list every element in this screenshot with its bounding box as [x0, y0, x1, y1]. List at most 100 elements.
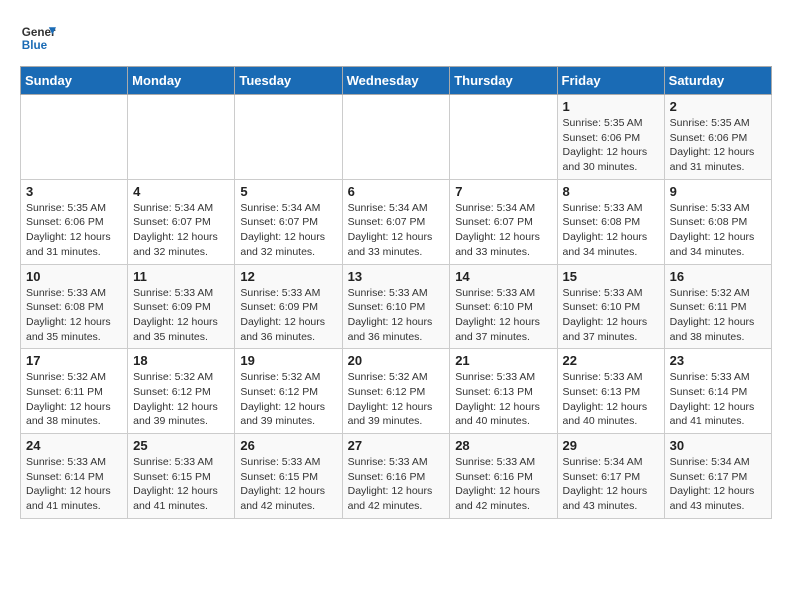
day-info: Sunrise: 5:32 AM Sunset: 6:12 PM Dayligh… [240, 370, 336, 429]
day-info: Sunrise: 5:33 AM Sunset: 6:09 PM Dayligh… [133, 286, 229, 345]
calendar-cell: 17 Sunrise: 5:32 AM Sunset: 6:11 PM Dayli… [21, 349, 128, 434]
calendar-cell: 10Sunrise: 5:33 AM Sunset: 6:08 PM Dayli… [21, 264, 128, 349]
day-info: Sunrise: 5:34 AM Sunset: 6:07 PM Dayligh… [455, 201, 551, 260]
calendar-cell: 21Sunrise: 5:33 AM Sunset: 6:13 PM Dayli… [450, 349, 557, 434]
calendar-cell: 25 Sunrise: 5:33 AM Sunset: 6:15 PM Dayli… [128, 434, 235, 519]
day-number: 2 [670, 99, 766, 114]
day-info: Sunrise: 5:35 AM Sunset: 6:06 PM Dayligh… [563, 116, 659, 175]
day-info: Sunrise: 5:33 AM Sunset: 6:13 PM Dayligh… [563, 370, 659, 429]
day-number: 21 [455, 353, 551, 368]
weekday-header: Friday [557, 67, 664, 95]
calendar-cell: 27 Sunrise: 5:33 AM Sunset: 6:16 PM Dayli… [342, 434, 450, 519]
calendar-cell: 22 Sunrise: 5:33 AM Sunset: 6:13 PM Dayli… [557, 349, 664, 434]
calendar-week-row: 24 Sunrise: 5:33 AM Sunset: 6:14 PM Dayli… [21, 434, 772, 519]
calendar-cell: 2Sunrise: 5:35 AM Sunset: 6:06 PM Daylig… [664, 95, 771, 180]
day-number: 30 [670, 438, 766, 453]
calendar-cell [450, 95, 557, 180]
calendar-cell [128, 95, 235, 180]
day-number: 12 [240, 269, 336, 284]
day-number: 24 [26, 438, 122, 453]
calendar-cell: 20Sunrise: 5:32 AM Sunset: 6:12 PM Dayli… [342, 349, 450, 434]
calendar-cell [235, 95, 342, 180]
day-number: 25 [133, 438, 229, 453]
day-number: 26 [240, 438, 336, 453]
day-info: Sunrise: 5:33 AM Sunset: 6:08 PM Dayligh… [26, 286, 122, 345]
day-info: Sunrise: 5:33 AM Sunset: 6:14 PM Dayligh… [26, 455, 122, 514]
day-number: 7 [455, 184, 551, 199]
day-number: 22 [563, 353, 659, 368]
day-info: Sunrise: 5:33 AM Sunset: 6:08 PM Dayligh… [670, 201, 766, 260]
calendar-cell [21, 95, 128, 180]
calendar-cell: 5 Sunrise: 5:34 AM Sunset: 6:07 PM Daylig… [235, 179, 342, 264]
day-number: 29 [563, 438, 659, 453]
calendar-week-row: 3 Sunrise: 5:35 AM Sunset: 6:06 PM Daylig… [21, 179, 772, 264]
calendar-cell: 28Sunrise: 5:33 AM Sunset: 6:16 PM Dayli… [450, 434, 557, 519]
calendar-cell: 11 Sunrise: 5:33 AM Sunset: 6:09 PM Dayli… [128, 264, 235, 349]
day-number: 19 [240, 353, 336, 368]
calendar-cell: 29 Sunrise: 5:34 AM Sunset: 6:17 PM Dayli… [557, 434, 664, 519]
day-info: Sunrise: 5:32 AM Sunset: 6:11 PM Dayligh… [670, 286, 766, 345]
day-number: 4 [133, 184, 229, 199]
logo-icon: General Blue [20, 20, 56, 56]
day-number: 14 [455, 269, 551, 284]
day-number: 3 [26, 184, 122, 199]
day-info: Sunrise: 5:35 AM Sunset: 6:06 PM Dayligh… [26, 201, 122, 260]
calendar-cell: 6 Sunrise: 5:34 AM Sunset: 6:07 PM Daylig… [342, 179, 450, 264]
calendar-cell: 7 Sunrise: 5:34 AM Sunset: 6:07 PM Daylig… [450, 179, 557, 264]
day-number: 20 [348, 353, 445, 368]
day-number: 8 [563, 184, 659, 199]
weekday-header: Thursday [450, 67, 557, 95]
day-number: 15 [563, 269, 659, 284]
calendar-cell: 30 Sunrise: 5:34 AM Sunset: 6:17 PM Dayli… [664, 434, 771, 519]
calendar-cell: 9 Sunrise: 5:33 AM Sunset: 6:08 PM Daylig… [664, 179, 771, 264]
day-number: 17 [26, 353, 122, 368]
calendar-cell: 16 Sunrise: 5:32 AM Sunset: 6:11 PM Dayli… [664, 264, 771, 349]
day-info: Sunrise: 5:34 AM Sunset: 6:07 PM Dayligh… [348, 201, 445, 260]
day-number: 5 [240, 184, 336, 199]
calendar-cell: 24 Sunrise: 5:33 AM Sunset: 6:14 PM Dayli… [21, 434, 128, 519]
logo: General Blue [20, 20, 56, 56]
calendar-week-row: 10Sunrise: 5:33 AM Sunset: 6:08 PM Dayli… [21, 264, 772, 349]
weekday-header: Wednesday [342, 67, 450, 95]
day-number: 18 [133, 353, 229, 368]
day-info: Sunrise: 5:34 AM Sunset: 6:07 PM Dayligh… [240, 201, 336, 260]
weekday-header: Sunday [21, 67, 128, 95]
day-info: Sunrise: 5:33 AM Sunset: 6:10 PM Dayligh… [455, 286, 551, 345]
svg-text:Blue: Blue [22, 39, 48, 52]
calendar-cell: 1 Sunrise: 5:35 AM Sunset: 6:06 PM Daylig… [557, 95, 664, 180]
calendar-cell: 8 Sunrise: 5:33 AM Sunset: 6:08 PM Daylig… [557, 179, 664, 264]
day-number: 9 [670, 184, 766, 199]
day-number: 1 [563, 99, 659, 114]
day-info: Sunrise: 5:33 AM Sunset: 6:14 PM Dayligh… [670, 370, 766, 429]
day-info: Sunrise: 5:33 AM Sunset: 6:10 PM Dayligh… [348, 286, 445, 345]
weekday-header: Tuesday [235, 67, 342, 95]
day-info: Sunrise: 5:33 AM Sunset: 6:09 PM Dayligh… [240, 286, 336, 345]
calendar-table: SundayMondayTuesdayWednesdayThursdayFrid… [20, 66, 772, 519]
calendar-cell: 23 Sunrise: 5:33 AM Sunset: 6:14 PM Dayli… [664, 349, 771, 434]
day-number: 6 [348, 184, 445, 199]
day-info: Sunrise: 5:33 AM Sunset: 6:16 PM Dayligh… [455, 455, 551, 514]
day-number: 11 [133, 269, 229, 284]
calendar-cell: 15Sunrise: 5:33 AM Sunset: 6:10 PM Dayli… [557, 264, 664, 349]
calendar-cell: 3 Sunrise: 5:35 AM Sunset: 6:06 PM Daylig… [21, 179, 128, 264]
calendar-week-row: 1 Sunrise: 5:35 AM Sunset: 6:06 PM Daylig… [21, 95, 772, 180]
day-info: Sunrise: 5:34 AM Sunset: 6:17 PM Dayligh… [563, 455, 659, 514]
day-info: Sunrise: 5:34 AM Sunset: 6:17 PM Dayligh… [670, 455, 766, 514]
calendar-week-row: 17 Sunrise: 5:32 AM Sunset: 6:11 PM Dayli… [21, 349, 772, 434]
day-info: Sunrise: 5:33 AM Sunset: 6:15 PM Dayligh… [133, 455, 229, 514]
calendar-cell: 13 Sunrise: 5:33 AM Sunset: 6:10 PM Dayli… [342, 264, 450, 349]
calendar-cell [342, 95, 450, 180]
day-info: Sunrise: 5:33 AM Sunset: 6:15 PM Dayligh… [240, 455, 336, 514]
calendar-header-row: SundayMondayTuesdayWednesdayThursdayFrid… [21, 67, 772, 95]
day-number: 27 [348, 438, 445, 453]
day-info: Sunrise: 5:33 AM Sunset: 6:08 PM Dayligh… [563, 201, 659, 260]
calendar-cell: 12 Sunrise: 5:33 AM Sunset: 6:09 PM Dayli… [235, 264, 342, 349]
day-number: 16 [670, 269, 766, 284]
day-info: Sunrise: 5:33 AM Sunset: 6:16 PM Dayligh… [348, 455, 445, 514]
weekday-header: Saturday [664, 67, 771, 95]
calendar-cell: 26 Sunrise: 5:33 AM Sunset: 6:15 PM Dayli… [235, 434, 342, 519]
day-number: 13 [348, 269, 445, 284]
calendar-cell: 19 Sunrise: 5:32 AM Sunset: 6:12 PM Dayli… [235, 349, 342, 434]
day-info: Sunrise: 5:32 AM Sunset: 6:11 PM Dayligh… [26, 370, 122, 429]
day-number: 23 [670, 353, 766, 368]
